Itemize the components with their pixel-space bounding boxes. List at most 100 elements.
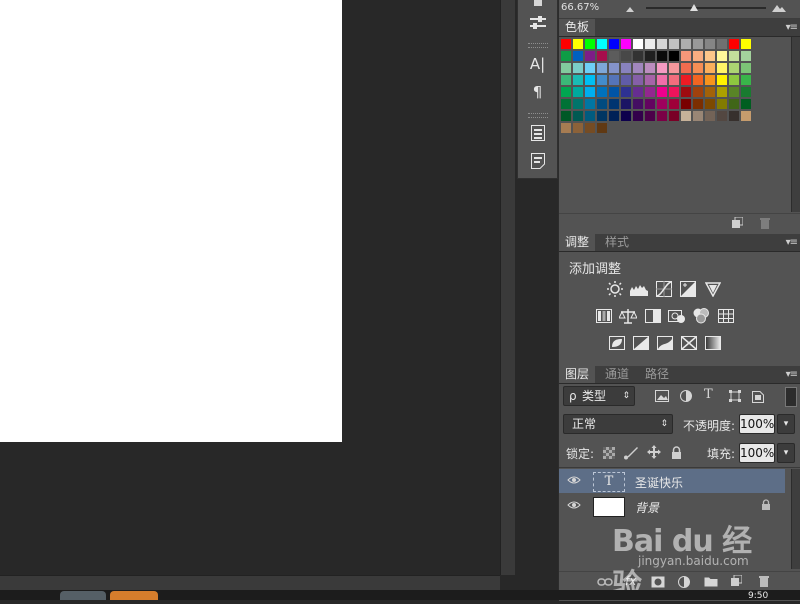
- color-swatch[interactable]: [621, 87, 631, 97]
- color-swatch[interactable]: [609, 51, 619, 61]
- color-swatch[interactable]: [621, 111, 631, 121]
- color-swatch[interactable]: [717, 63, 727, 73]
- color-swatch[interactable]: [573, 111, 583, 121]
- color-swatch[interactable]: [669, 39, 679, 49]
- color-swatch[interactable]: [597, 99, 607, 109]
- color-swatch[interactable]: [597, 87, 607, 97]
- color-swatch[interactable]: [729, 39, 739, 49]
- lock-transparent-pixels-icon[interactable]: [603, 447, 615, 459]
- color-swatch[interactable]: [693, 111, 703, 121]
- swatches-panel-menu-icon[interactable]: ▾≡: [786, 22, 798, 33]
- color-swatch[interactable]: [609, 75, 619, 85]
- fill-dropdown-icon[interactable]: ▾: [777, 443, 795, 463]
- color-swatch[interactable]: [657, 87, 667, 97]
- color-swatch[interactable]: [573, 63, 583, 73]
- color-swatch[interactable]: [669, 87, 679, 97]
- color-swatch[interactable]: [705, 39, 715, 49]
- color-swatch[interactable]: [693, 87, 703, 97]
- color-swatch[interactable]: [681, 111, 691, 121]
- brightness-contrast-icon[interactable]: [606, 281, 624, 297]
- paragraph-icon[interactable]: ¶: [524, 81, 551, 103]
- color-swatch[interactable]: [693, 75, 703, 85]
- zoom-slider-track[interactable]: [646, 7, 766, 9]
- color-swatch[interactable]: [633, 111, 643, 121]
- adjustments-panel-menu-icon[interactable]: ▾≡: [786, 237, 798, 248]
- color-swatch[interactable]: [621, 39, 631, 49]
- exposure-icon[interactable]: [679, 281, 697, 297]
- color-swatch[interactable]: [633, 39, 643, 49]
- tab-styles[interactable]: 样式: [599, 234, 635, 251]
- color-swatch[interactable]: [573, 39, 583, 49]
- color-swatch[interactable]: [669, 63, 679, 73]
- color-swatch[interactable]: [609, 87, 619, 97]
- color-swatch[interactable]: [597, 39, 607, 49]
- layers-scrollbar[interactable]: [791, 469, 800, 569]
- color-swatch[interactable]: [633, 51, 643, 61]
- color-swatch[interactable]: [741, 39, 751, 49]
- layer-name[interactable]: 圣诞快乐: [635, 474, 683, 491]
- color-swatch[interactable]: [705, 75, 715, 85]
- color-swatch[interactable]: [645, 75, 655, 85]
- photo-filter-icon[interactable]: [668, 308, 686, 324]
- color-swatch[interactable]: [705, 111, 715, 121]
- color-swatch[interactable]: [633, 87, 643, 97]
- color-swatch[interactable]: [729, 111, 739, 121]
- color-swatch[interactable]: [621, 63, 631, 73]
- color-swatch[interactable]: [621, 51, 631, 61]
- paragraph-styles-icon[interactable]: [524, 150, 551, 172]
- color-swatch[interactable]: [669, 51, 679, 61]
- taskbar-app-button[interactable]: [60, 591, 106, 600]
- color-swatch[interactable]: [585, 87, 595, 97]
- color-swatch[interactable]: [705, 87, 715, 97]
- color-swatch[interactable]: [573, 99, 583, 109]
- color-swatch[interactable]: [657, 39, 667, 49]
- color-swatch[interactable]: [585, 111, 595, 121]
- zoom-out-icon[interactable]: [625, 5, 635, 13]
- color-swatch[interactable]: [741, 51, 751, 61]
- color-swatch[interactable]: [717, 75, 727, 85]
- delete-swatch-icon[interactable]: [759, 217, 771, 229]
- color-swatch[interactable]: [561, 75, 571, 85]
- color-swatch[interactable]: [597, 51, 607, 61]
- color-swatch[interactable]: [573, 75, 583, 85]
- filter-pixel-icon[interactable]: [655, 390, 669, 402]
- color-swatch[interactable]: [681, 75, 691, 85]
- visibility-eye-icon[interactable]: [567, 475, 581, 487]
- color-swatch[interactable]: [741, 75, 751, 85]
- filter-type-icon[interactable]: T: [704, 387, 713, 402]
- curves-icon[interactable]: [655, 281, 673, 297]
- color-swatch[interactable]: [693, 63, 703, 73]
- color-swatch[interactable]: [585, 123, 595, 133]
- channel-mixer-icon[interactable]: [692, 308, 710, 324]
- color-swatch[interactable]: [669, 75, 679, 85]
- filter-adjustment-icon[interactable]: [680, 390, 692, 402]
- color-lookup-icon[interactable]: [717, 308, 735, 324]
- color-swatch[interactable]: [693, 51, 703, 61]
- color-swatch[interactable]: [585, 75, 595, 85]
- color-swatch[interactable]: [705, 99, 715, 109]
- color-swatch[interactable]: [669, 99, 679, 109]
- filter-shape-icon[interactable]: [729, 390, 741, 402]
- color-swatch[interactable]: [597, 111, 607, 121]
- dock-grip-2[interactable]: [528, 113, 548, 118]
- color-swatch[interactable]: [729, 75, 739, 85]
- color-swatch[interactable]: [693, 99, 703, 109]
- filter-toggle-switch[interactable]: [785, 387, 797, 407]
- threshold-icon[interactable]: [656, 335, 674, 351]
- color-swatch[interactable]: [717, 87, 727, 97]
- color-swatch[interactable]: [729, 63, 739, 73]
- taskbar-app-button-active[interactable]: [110, 591, 158, 600]
- color-swatch[interactable]: [741, 87, 751, 97]
- color-swatch[interactable]: [573, 123, 583, 133]
- color-swatch[interactable]: [681, 87, 691, 97]
- color-swatch[interactable]: [633, 99, 643, 109]
- lock-position-icon[interactable]: [647, 445, 661, 459]
- color-swatch[interactable]: [669, 111, 679, 121]
- color-swatch[interactable]: [645, 51, 655, 61]
- color-swatch[interactable]: [561, 63, 571, 73]
- tab-channels[interactable]: 通道: [599, 366, 635, 383]
- visibility-eye-icon[interactable]: [567, 500, 581, 512]
- color-swatch[interactable]: [609, 39, 619, 49]
- invert-icon[interactable]: [608, 335, 626, 351]
- canvas-vertical-scrollbar[interactable]: [500, 0, 515, 575]
